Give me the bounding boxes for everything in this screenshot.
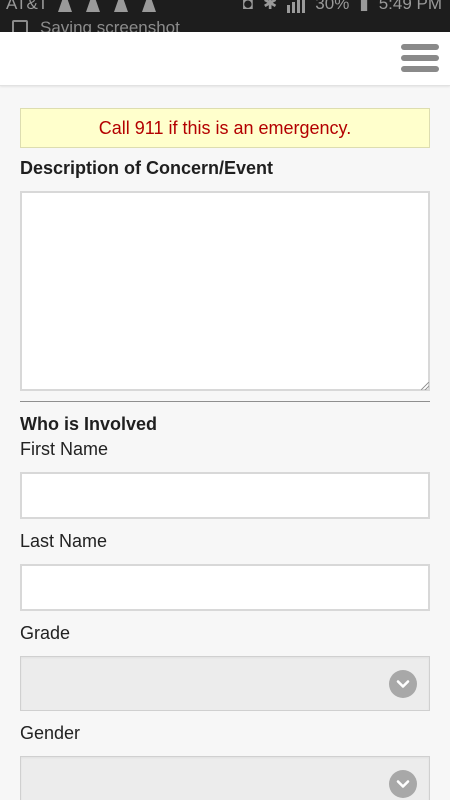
chevron-down-icon bbox=[389, 670, 417, 698]
grade-select[interactable] bbox=[20, 656, 430, 711]
description-textarea[interactable] bbox=[20, 191, 430, 391]
gender-select[interactable] bbox=[20, 756, 430, 800]
section-divider bbox=[20, 401, 430, 402]
first-name-label: First Name bbox=[20, 439, 109, 459]
last-name-label: Last Name bbox=[20, 531, 108, 551]
first-name-input[interactable] bbox=[20, 472, 430, 519]
concern-form: Call 911 if this is an emergency. Descri… bbox=[20, 86, 430, 800]
last-name-input[interactable] bbox=[20, 564, 430, 611]
notification-icon bbox=[142, 0, 156, 12]
signal-icon bbox=[287, 0, 306, 13]
notification-icon bbox=[114, 0, 128, 12]
gender-label: Gender bbox=[20, 723, 81, 743]
carrier-label: AT&T bbox=[6, 0, 49, 13]
clock: 5:49 PM bbox=[378, 0, 442, 13]
resize-handle-icon[interactable] bbox=[421, 382, 429, 390]
app-header bbox=[0, 32, 450, 86]
image-icon bbox=[12, 20, 28, 32]
notification-icon bbox=[58, 0, 72, 12]
hamburger-menu-icon[interactable] bbox=[400, 42, 440, 74]
emergency-alert: Call 911 if this is an emergency. bbox=[20, 108, 430, 148]
screenshot-notification: Saving screenshot bbox=[12, 18, 180, 32]
battery-icon: ▮ bbox=[359, 0, 369, 13]
notification-icons bbox=[58, 0, 156, 12]
status-bar: AT&T ◘ ✱ 30% ▮ 5:49 PM Saving screenshot bbox=[0, 0, 450, 32]
grade-label: Grade bbox=[20, 623, 71, 643]
notification-icon bbox=[86, 0, 100, 12]
bluetooth-icon: ✱ bbox=[263, 0, 278, 13]
involved-heading: Who is Involved bbox=[20, 414, 158, 434]
notification-text: Saving screenshot bbox=[40, 18, 180, 32]
chevron-down-icon bbox=[389, 770, 417, 798]
description-label: Description of Concern/Event bbox=[20, 158, 274, 178]
battery-percent: 30% bbox=[315, 0, 350, 13]
nfc-icon: ◘ bbox=[242, 0, 254, 13]
